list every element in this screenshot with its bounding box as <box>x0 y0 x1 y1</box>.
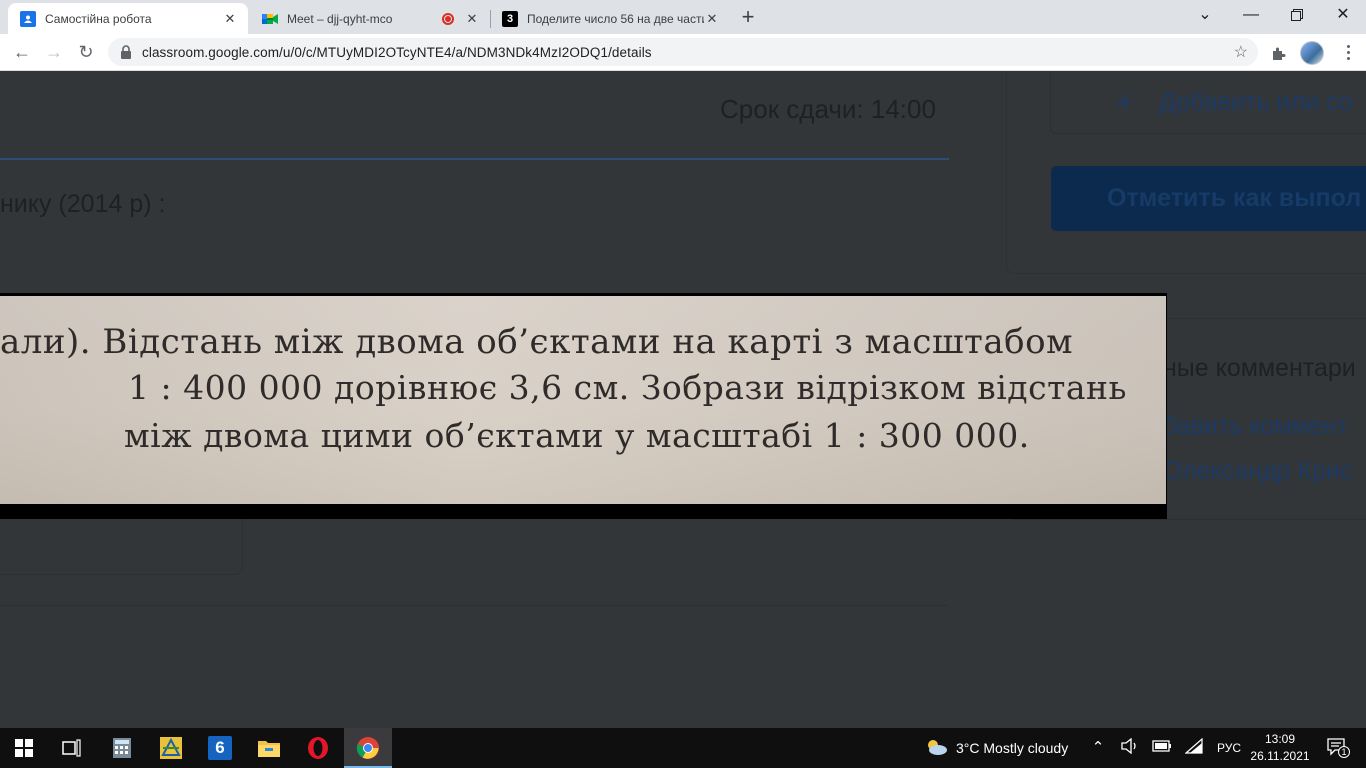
notification-count: 1 <box>1338 746 1350 758</box>
file-explorer-icon[interactable] <box>245 728 293 768</box>
znanija-icon: 3 <box>502 10 518 27</box>
add-or-create-button[interactable]: + Добавить или со <box>1050 72 1366 134</box>
mark-as-done-button[interactable]: Отметить как выпол <box>1051 166 1366 231</box>
six-app-icon[interactable]: 6 <box>196 728 244 768</box>
restore-button[interactable] <box>1274 0 1320 30</box>
back-icon[interactable]: ← <box>8 38 36 66</box>
bookmark-star-icon[interactable]: ☆ <box>1234 42 1248 62</box>
reload-icon[interactable]: ↻ <box>72 38 100 66</box>
notifications-icon[interactable]: 1 <box>1324 738 1350 758</box>
weather-cloud-icon[interactable] <box>924 738 948 758</box>
photo-text-line-1: али). Відстань між двома об’єктами на ка… <box>0 322 1074 362</box>
photo-text-line-2: 1 : 400 000 дорівнює 3,6 см. Зобрази від… <box>128 368 1127 407</box>
minimize-button[interactable]: — <box>1228 0 1274 30</box>
textbook-photo: али). Відстань між двома об’єктами на ка… <box>0 296 1166 504</box>
profile-avatar[interactable] <box>1300 41 1324 65</box>
forward-icon[interactable]: → <box>40 38 68 66</box>
close-tab-icon[interactable]: ✕ <box>704 11 720 27</box>
tab-title: Поделите число 56 на две части <box>527 11 704 26</box>
divider <box>0 605 949 606</box>
add-comment-link[interactable]: бавить коммент <box>1163 412 1348 441</box>
photo-text-line-3: між двома цими об’єктами у масштабі 1 : … <box>124 416 1030 455</box>
plus-icon: + <box>1115 84 1134 120</box>
close-window-button[interactable]: ✕ <box>1320 0 1366 30</box>
url-text: classroom.google.com/u/0/c/MTUyMDI2OTcyN… <box>142 44 652 60</box>
meet-icon <box>262 11 278 27</box>
tab-title: Самостійна робота <box>45 11 152 26</box>
windows-taskbar: 6 3°C Mostly cloudy ⌃ РУС 13:09 26.11.20… <box>0 728 1366 768</box>
private-comments-title: ные комментари <box>1163 354 1356 382</box>
close-tab-icon[interactable]: ✕ <box>222 11 238 27</box>
calculator-icon[interactable] <box>98 728 146 768</box>
opera-icon[interactable] <box>294 728 342 768</box>
lock-icon <box>120 45 132 59</box>
new-tab-button[interactable]: + <box>734 4 762 32</box>
task-view-icon[interactable] <box>48 728 96 768</box>
tab-samostiyna-robota[interactable]: Самостійна робота ✕ <box>8 3 248 34</box>
battery-icon[interactable] <box>1152 738 1172 758</box>
volume-icon[interactable] <box>1120 737 1140 758</box>
commenter-name[interactable]: Олександр Крис <box>1163 457 1352 486</box>
browser-toolbar: ← → ↻ classroom.google.com/u/0/c/MTUyMDI… <box>0 34 1366 71</box>
classroom-icon <box>20 10 36 27</box>
image-viewer: али). Відстань між двома об’єктами на ка… <box>0 293 1167 519</box>
tab-meet[interactable]: Meet – djj-qyht-mco ✕ <box>250 3 490 34</box>
tab-title: Meet – djj-qyht-mco <box>287 11 393 26</box>
assignment-description: нику (2014 р) : <box>0 190 166 218</box>
tab-znanija[interactable]: 3 Поделите число 56 на две части ✕ <box>490 3 730 34</box>
start-icon[interactable] <box>0 728 48 768</box>
add-or-create-label: Добавить или со <box>1159 88 1353 116</box>
show-hidden-icons[interactable]: ⌃ <box>1088 738 1108 758</box>
clock-time: 13:09 <box>1264 732 1296 746</box>
wifi-icon[interactable] <box>1184 737 1204 758</box>
tab-strip: Самостійна робота ✕ Meet – djj-qyht-mco … <box>0 0 1366 34</box>
geometry-app-icon[interactable] <box>147 728 195 768</box>
clock[interactable]: 13:09 26.11.2021 <box>1248 731 1312 765</box>
language-indicator[interactable]: РУС <box>1217 728 1241 768</box>
close-tab-icon[interactable]: ✕ <box>464 11 480 27</box>
address-bar[interactable]: classroom.google.com/u/0/c/MTUyMDI2OTcyN… <box>108 38 1258 66</box>
weather-text[interactable]: 3°C Mostly cloudy <box>956 728 1068 768</box>
chrome-icon[interactable] <box>344 728 392 768</box>
chrome-menu-icon[interactable] <box>1338 40 1358 64</box>
tab-search-icon[interactable]: ⌄ <box>1182 0 1228 30</box>
clock-date: 26.11.2021 <box>1250 749 1310 763</box>
header-divider <box>0 158 949 160</box>
due-date: Срок сдачи: 14:00 <box>720 94 936 124</box>
recording-icon <box>442 12 454 25</box>
extensions-icon[interactable] <box>1268 42 1290 64</box>
